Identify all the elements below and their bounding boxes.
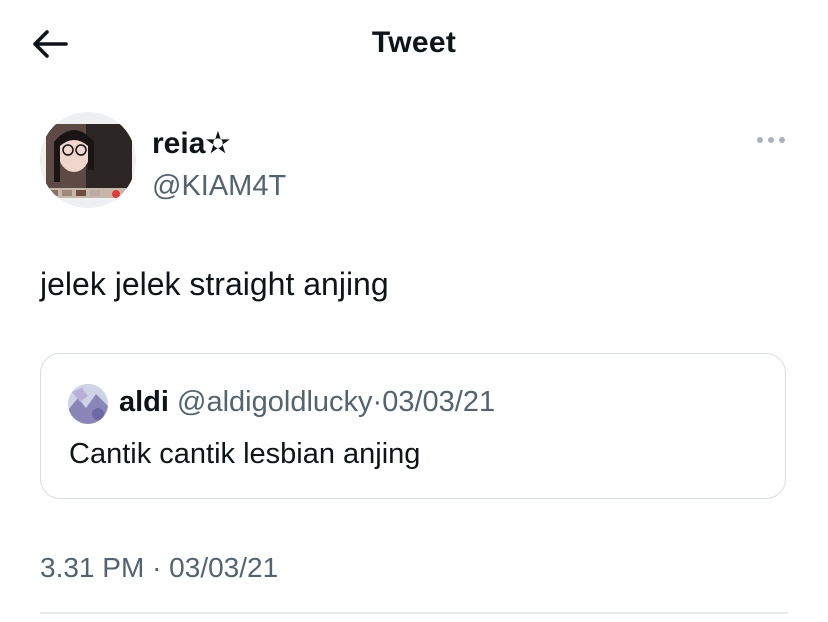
page-title: Tweet (371, 26, 457, 59)
tweet-date: 03/03/21 (169, 552, 279, 583)
tweet-text: jelek jelek straight anjing (40, 266, 389, 302)
quoted-tweet[interactable]: aldi @aldigoldlucky·03/03/21 Cantik cant… (40, 353, 786, 499)
quoted-display-name[interactable]: aldi (119, 386, 169, 418)
avatar[interactable] (40, 112, 136, 208)
quoted-date: 03/03/21 (382, 386, 496, 418)
quoted-handle[interactable]: @aldigoldlucky (177, 386, 372, 418)
tweet-author: reia✫ @KIAM4T (40, 112, 790, 212)
more-horizontal-icon (757, 137, 785, 143)
tweet-timestamp: 3.31 PM · 03/03/21 (40, 552, 278, 584)
quoted-header: aldi @aldigoldlucky·03/03/21 (119, 386, 495, 419)
top-bar: Tweet (0, 0, 828, 90)
quoted-separator: · (372, 386, 383, 418)
tweet-time: 3.31 PM (40, 552, 145, 583)
timestamp-separator: · (152, 552, 162, 583)
quoted-text: Cantik cantik lesbian anjing (69, 438, 421, 470)
author-display-name[interactable]: reia✫ (152, 126, 231, 161)
divider (40, 612, 788, 614)
more-options-button[interactable] (752, 130, 792, 150)
author-handle[interactable]: @KIAM4T (152, 170, 286, 203)
quoted-avatar[interactable] (68, 384, 108, 424)
